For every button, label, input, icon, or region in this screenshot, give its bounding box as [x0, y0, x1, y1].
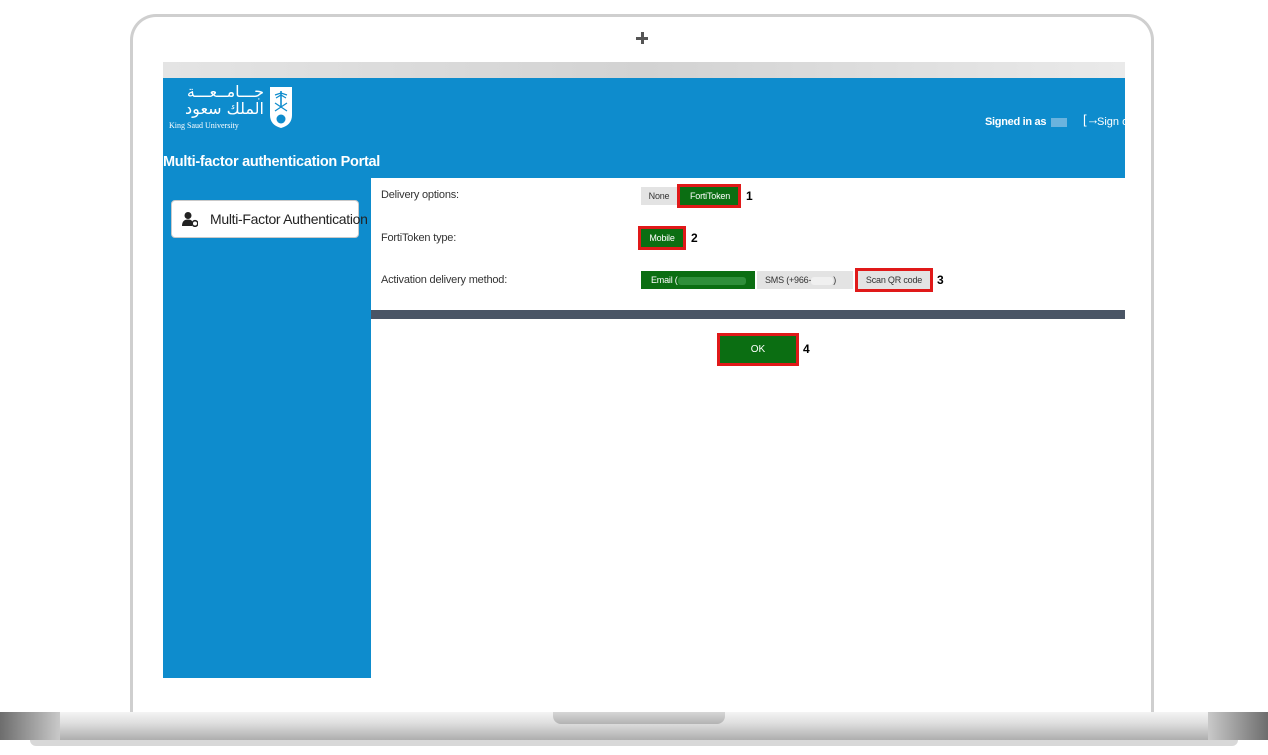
- sidebar: Multi-Factor Authentication: [163, 178, 371, 678]
- mfa-options-form: Delivery options: None FortiToken 1 Fort…: [371, 178, 1125, 308]
- highlight-box-1: [677, 184, 741, 208]
- ok-button[interactable]: OK: [717, 333, 799, 366]
- section-divider: [371, 310, 1125, 319]
- user-cog-icon: [182, 212, 198, 227]
- sign-out-link[interactable]: Sign o: [1097, 116, 1125, 128]
- email-redacted: [677, 276, 746, 285]
- delivery-none-button[interactable]: None: [641, 187, 677, 205]
- screen: جـــامــعـــة الملك سعود King Saud Unive…: [163, 78, 1125, 678]
- laptop-base-left-edge: [0, 712, 60, 740]
- step-number-4: 4: [803, 342, 810, 356]
- delivery-options-label: Delivery options:: [381, 189, 459, 201]
- highlight-box-2: [638, 226, 686, 250]
- page-header: جـــامــعـــة الملك سعود King Saud Unive…: [163, 78, 1125, 178]
- signed-in-status: Signed in as: [985, 116, 1067, 128]
- fortitoken-type-label: FortiToken type:: [381, 232, 457, 244]
- activation-sms-button[interactable]: SMS (+966-): [757, 271, 853, 289]
- email-label: Email (: [651, 275, 678, 285]
- logo-arabic-text: جـــامــعـــة الملك سعود: [169, 83, 264, 117]
- phone-redacted: [811, 276, 834, 285]
- activation-method-label: Activation delivery method:: [381, 274, 508, 286]
- browser-toolbar: [163, 62, 1125, 78]
- sms-suffix: ): [833, 275, 837, 285]
- sidebar-item-label: Multi-Factor Authentication: [210, 211, 368, 227]
- sms-label: SMS (+966-: [765, 275, 812, 285]
- username-redacted: [1050, 117, 1067, 127]
- signed-in-label: Signed in as: [985, 116, 1047, 128]
- laptop-base-right-edge: [1208, 712, 1268, 740]
- laptop-base-notch: [553, 712, 725, 724]
- step-number-3: 3: [937, 273, 944, 287]
- camera-icon: [636, 32, 648, 44]
- step-number-1: 1: [746, 189, 753, 203]
- laptop-base-shadow: [30, 740, 1238, 746]
- step-number-2: 2: [691, 231, 698, 245]
- highlight-box-3: [855, 268, 933, 292]
- university-logo[interactable]: جـــامــعـــة الملك سعود King Saud Unive…: [169, 83, 299, 135]
- activation-email-button[interactable]: Email (: [641, 271, 755, 289]
- sidebar-item-mfa[interactable]: Multi-Factor Authentication: [171, 200, 368, 238]
- portal-title: Multi-factor authentication Portal: [163, 154, 380, 170]
- logo-arabic-line2: الملك سعود: [185, 99, 264, 118]
- logo-english-text: King Saud University: [169, 121, 239, 130]
- logo-arabic-line1: جـــامــعـــة: [186, 82, 264, 101]
- palm-swords-emblem-icon: [270, 87, 292, 128]
